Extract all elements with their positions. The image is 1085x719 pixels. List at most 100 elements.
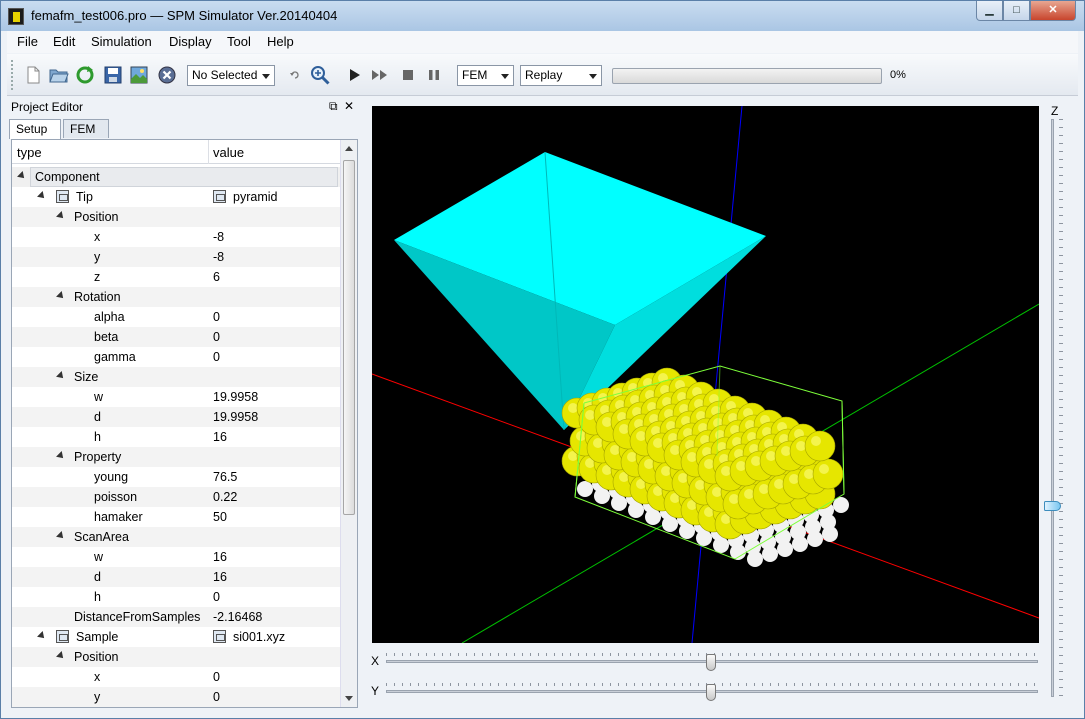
menu-file[interactable]: File xyxy=(17,34,38,49)
zoom-icon[interactable] xyxy=(310,65,330,85)
tree-scrollbar[interactable] xyxy=(340,140,357,707)
x-slider-knob[interactable] xyxy=(706,654,716,671)
tree-row-beta[interactable]: beta 0 xyxy=(12,327,340,347)
tree-row-sample[interactable]: Sample si001.xyz xyxy=(12,627,340,647)
tree-row-sample-y[interactable]: y0 xyxy=(12,687,340,707)
x-slider[interactable] xyxy=(386,652,1038,672)
minimize-button[interactable]: ▁ xyxy=(976,1,1003,21)
row-value[interactable]: -8 xyxy=(213,230,224,244)
tree-row-young[interactable]: young 76.5 xyxy=(12,467,340,487)
pause-icon[interactable] xyxy=(424,65,444,85)
undo-icon[interactable] xyxy=(285,65,305,85)
reload-icon[interactable] xyxy=(75,65,95,85)
column-value-header[interactable]: value xyxy=(213,145,244,160)
property-tree[interactable]: type value Component Tip pyramid Position… xyxy=(11,139,358,708)
close-panel-icon[interactable]: ✕ xyxy=(344,99,354,113)
row-value[interactable]: 16 xyxy=(213,550,227,564)
tree-row-w[interactable]: w 19.9958 xyxy=(12,387,340,407)
tree-row-rotation[interactable]: Rotation xyxy=(12,287,340,307)
menu-simulation[interactable]: Simulation xyxy=(91,34,152,49)
save-icon[interactable] xyxy=(103,65,123,85)
menu-edit[interactable]: Edit xyxy=(53,34,75,49)
tree-row-distance[interactable]: DistanceFromSamples -2.16468 xyxy=(12,607,340,627)
tree-row-z[interactable]: z6 xyxy=(12,267,340,287)
title-bar[interactable]: femafm_test006.pro — SPM Simulator Ver.2… xyxy=(1,1,1084,31)
scroll-thumb[interactable] xyxy=(343,160,355,515)
scroll-down-icon[interactable] xyxy=(345,696,353,701)
mode-combo[interactable]: FEM xyxy=(457,65,514,86)
row-value[interactable]: 19.9958 xyxy=(213,410,258,424)
expand-arrow-icon[interactable] xyxy=(37,631,47,641)
tree-row-h[interactable]: h 16 xyxy=(12,427,340,447)
row-value[interactable]: 76.5 xyxy=(213,470,237,484)
row-value[interactable]: 0 xyxy=(213,350,220,364)
tree-row-scanarea[interactable]: ScanArea xyxy=(12,527,340,547)
column-separator[interactable] xyxy=(208,140,209,164)
selection-combo[interactable]: No Selected xyxy=(187,65,275,86)
row-value[interactable]: -8 xyxy=(213,250,224,264)
tree-row-position[interactable]: Position xyxy=(12,207,340,227)
row-value[interactable]: 0.22 xyxy=(213,490,237,504)
row-value[interactable]: 19.9958 xyxy=(213,390,258,404)
tree-row-gamma[interactable]: gamma 0 xyxy=(12,347,340,367)
expand-arrow-icon[interactable] xyxy=(56,651,66,661)
tree-row-property[interactable]: Property xyxy=(12,447,340,467)
tree-row-tip[interactable]: Tip pyramid xyxy=(12,187,340,207)
toolbar-grip[interactable] xyxy=(11,60,14,90)
row-value[interactable]: 0 xyxy=(213,590,220,604)
new-file-icon[interactable] xyxy=(23,65,43,85)
stop-icon[interactable] xyxy=(398,65,418,85)
slider-track[interactable] xyxy=(1051,119,1054,697)
image-export-icon[interactable] xyxy=(129,65,149,85)
y-slider-knob[interactable] xyxy=(706,684,716,701)
tree-row-hamaker[interactable]: hamaker 50 xyxy=(12,507,340,527)
z-slider[interactable] xyxy=(1044,119,1064,697)
3d-viewport[interactable] xyxy=(371,105,1040,644)
maximize-button[interactable]: □ xyxy=(1003,1,1030,21)
expand-arrow-icon[interactable] xyxy=(56,451,66,461)
tab-setup[interactable]: Setup xyxy=(9,119,61,139)
float-panel-icon[interactable]: ⧉ xyxy=(329,99,338,114)
tree-row-sample-x[interactable]: x0 xyxy=(12,667,340,687)
fast-forward-icon[interactable] xyxy=(370,65,390,85)
expand-arrow-icon[interactable] xyxy=(56,291,66,301)
row-value[interactable]: -2.16468 xyxy=(213,610,262,624)
tab-fem[interactable]: FEM xyxy=(63,119,109,138)
row-value[interactable]: 0 xyxy=(213,690,220,704)
row-value[interactable]: pyramid xyxy=(233,190,277,204)
tree-row-component[interactable]: Component xyxy=(12,167,340,187)
expand-arrow-icon[interactable] xyxy=(56,531,66,541)
tree-row-alpha[interactable]: alpha 0 xyxy=(12,307,340,327)
tree-row-poisson[interactable]: poisson 0.22 xyxy=(12,487,340,507)
row-value[interactable]: 50 xyxy=(213,510,227,524)
tree-row-scan-d[interactable]: d 16 xyxy=(12,567,340,587)
z-slider-knob[interactable] xyxy=(1044,501,1061,511)
expand-arrow-icon[interactable] xyxy=(17,171,27,181)
scroll-up-icon[interactable] xyxy=(345,146,353,151)
tree-row-sample-position[interactable]: Position xyxy=(12,647,340,667)
row-value[interactable]: 0 xyxy=(213,330,220,344)
expand-arrow-icon[interactable] xyxy=(37,191,47,201)
tree-row-scan-w[interactable]: w 16 xyxy=(12,547,340,567)
row-value[interactable]: 6 xyxy=(213,270,220,284)
menu-display[interactable]: Display xyxy=(169,34,212,49)
column-type-header[interactable]: type xyxy=(17,145,42,160)
tree-row-y[interactable]: y -8 xyxy=(12,247,340,267)
tree-row-x[interactable]: x -8 xyxy=(12,227,340,247)
expand-arrow-icon[interactable] xyxy=(56,211,66,221)
row-value[interactable]: si001.xyz xyxy=(233,630,285,644)
row-value[interactable]: 16 xyxy=(213,570,227,584)
row-value[interactable]: 16 xyxy=(213,430,227,444)
tree-row-d[interactable]: d 19.9958 xyxy=(12,407,340,427)
replay-combo[interactable]: Replay xyxy=(520,65,602,86)
tree-row-scan-h[interactable]: h0 xyxy=(12,587,340,607)
open-folder-icon[interactable] xyxy=(49,65,69,85)
menu-help[interactable]: Help xyxy=(267,34,294,49)
tree-row-size[interactable]: Size xyxy=(12,367,340,387)
row-value[interactable]: 0 xyxy=(213,310,220,324)
row-value[interactable]: 0 xyxy=(213,670,220,684)
play-icon[interactable] xyxy=(344,65,364,85)
close-button[interactable]: ✕ xyxy=(1030,1,1076,21)
y-slider[interactable] xyxy=(386,682,1038,702)
expand-arrow-icon[interactable] xyxy=(56,371,66,381)
